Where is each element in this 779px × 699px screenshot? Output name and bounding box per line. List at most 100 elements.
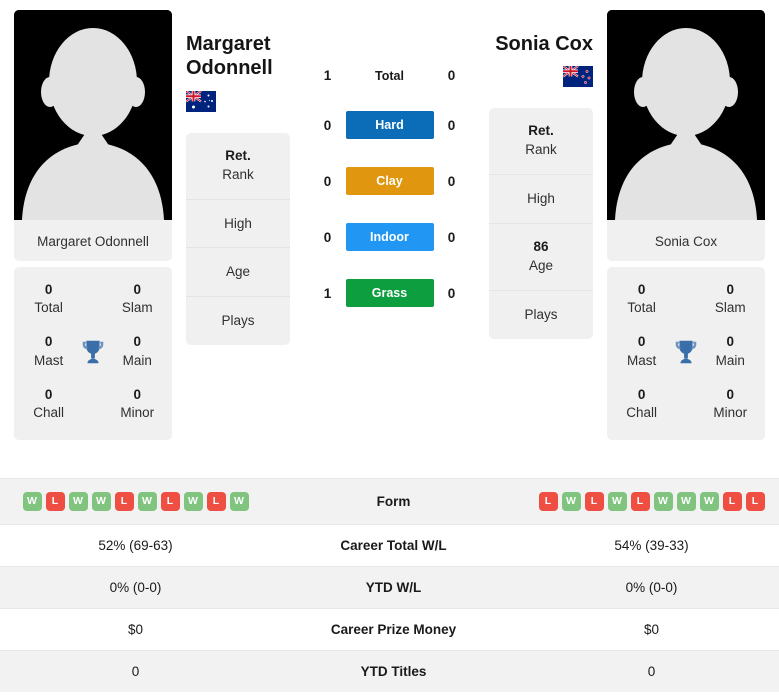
left-mast-titles-value: 0 [44,334,53,350]
form-badge-win: W [137,492,157,511]
left-player-photo-card[interactable]: Margaret Odonnell [14,10,172,261]
person-silhouette-icon [14,10,172,220]
h2h-grass-label[interactable]: Grass [345,279,434,307]
h2h-indoor-right-score: 0 [447,229,456,245]
left-slam-titles: 0 Slam [109,281,165,317]
right-player-flag [562,65,593,92]
left-plays-label: Plays [221,313,255,329]
left-minor-titles-value: 0 [133,386,142,402]
h2h-row-clay: 0 Clay 0 [296,167,483,195]
right-minor-titles: 0 Minor [702,386,758,422]
left-player-panel: Margaret Odonnell 0 Total 0 Slam 0 Mast [14,10,172,441]
right-rank-label: Rank [525,142,557,158]
left-minor-titles-label: Minor [120,405,155,421]
form-badge-loss: L [538,492,558,511]
left-age-label: Age [225,264,251,280]
left-plays-cell: Plays [186,296,290,345]
left-player-identity: Margaret Odonnell Ret. Rank High Age Pla… [172,10,296,346]
h2h-indoor-label[interactable]: Indoor [345,223,434,251]
row-label-career-prize-money: Career Prize Money [271,608,516,651]
left-slam-titles-value: 0 [133,282,142,297]
left-high-label: High [224,215,252,231]
form-badge-win: W [676,492,696,511]
h2h-row-grass: 1 Grass 0 [296,279,483,307]
left-rank-cell: Ret. Rank [186,133,290,199]
h2h-hard-label[interactable]: Hard [345,111,434,139]
right-player-identity: Sonia Cox Ret. Rank High 86 Age Plays [483,10,607,339]
new-zealand-flag-icon [562,65,593,88]
right-form-badges: LWLWLWWWLL [522,492,779,511]
right-high-cell: High [489,174,593,223]
left-rank-value: Ret. [225,147,251,163]
h2h-total-right-score: 0 [447,68,456,83]
right-total-titles: 0 Total [614,281,670,317]
h2h-hard-right-score: 0 [447,117,456,133]
h2h-clay-left-score: 0 [323,173,332,189]
left-titles-row-3: 0 Chall 0 Minor [14,378,172,430]
right-player-photo-card[interactable]: Sonia Cox [607,10,765,261]
left-form-cell: WLWWLWLWLW [0,478,271,525]
right-slam-titles-label: Slam [714,300,746,316]
australia-flag-icon [185,89,216,112]
left-main-titles: 0 Main [109,333,165,369]
left-minor-titles: 0 Minor [109,386,165,422]
left-total-titles: 0 Total [21,281,77,317]
form-badge-loss: L [745,492,765,511]
right-main-titles-value: 0 [726,334,735,350]
left-mast-titles: 0 Mast [21,333,77,369]
h2h-row-total: 1 Total 0 [296,68,483,83]
right-titles-row-2: 0 Mast 0 Main [607,325,765,377]
form-badge-win: W [653,492,673,511]
left-player-info-card: Ret. Rank High Age Plays [186,132,290,346]
player-comparison-header: Margaret Odonnell 0 Total 0 Slam 0 Mast [0,0,779,466]
table-row-ytd-wl: 0% (0-0) YTD W/L 0% (0-0) [0,566,779,609]
right-player-name: Sonia Cox [495,33,593,55]
left-titles-row-2: 0 Mast 0 Main [14,325,172,377]
row-label-ytd-wl: YTD W/L [271,566,516,609]
form-badge-loss: L [630,492,650,511]
h2h-total-left-score: 1 [323,68,332,83]
left-chall-titles-value: 0 [44,386,53,402]
left-form-badges: WLWWLWLWLW [6,492,265,511]
right-age-cell: 86 Age [489,223,593,290]
left-ytd-titles: 0 [0,650,271,692]
right-ytd-wl: 0% (0-0) [516,566,779,609]
right-total-titles-value: 0 [637,282,646,297]
right-player-avatar [607,10,765,220]
form-badge-loss: L [206,492,226,511]
h2h-grass-right-score: 0 [447,285,456,301]
form-badge-win: W [561,492,581,511]
left-mast-titles-label: Mast [34,352,64,368]
table-row-ytd-titles: 0 YTD Titles 0 [0,650,779,692]
left-age-cell: Age [186,247,290,296]
table-row-form: WLWWLWLWLW Form LWLWLWWWLL [0,478,779,525]
right-mast-titles: 0 Mast [614,333,670,369]
right-titles-row-1: 0 Total 0 Slam [607,273,765,325]
right-plays-label: Plays [524,306,558,322]
left-main-titles-label: Main [122,352,152,368]
right-total-titles-label: Total [627,300,656,316]
left-player-avatar [14,10,172,220]
h2h-clay-label[interactable]: Clay [345,167,434,195]
right-main-titles: 0 Main [702,333,758,369]
right-minor-titles-value: 0 [726,386,735,402]
right-titles-row-3: 0 Chall 0 Minor [607,378,765,430]
trophy-icon [675,340,697,363]
row-label-career-total-wl: Career Total W/L [271,524,516,567]
left-total-titles-label: Total [34,300,63,316]
h2h-row-indoor: 0 Indoor 0 [296,223,483,251]
form-badge-win: W [91,492,111,511]
right-career-total-wl: 54% (39-33) [516,524,779,567]
row-label-form: Form [271,478,516,525]
right-chall-titles: 0 Chall [614,386,670,422]
left-chall-titles: 0 Chall [21,386,77,422]
player-stats-comparison-table: WLWWLWLWLW Form LWLWLWWWLL 52% (69-63) C… [0,478,779,692]
right-form-cell: LWLWLWWWLL [516,478,779,525]
right-titles-card: 0 Total 0 Slam 0 Mast 0 Main 0 Chall 0 M… [607,267,765,441]
form-badge-win: W [68,492,88,511]
right-slam-titles-value: 0 [726,282,735,297]
left-player-flag [185,89,216,117]
left-main-titles-value: 0 [133,334,142,350]
trophy-icon [82,340,104,363]
left-high-cell: High [186,198,290,248]
